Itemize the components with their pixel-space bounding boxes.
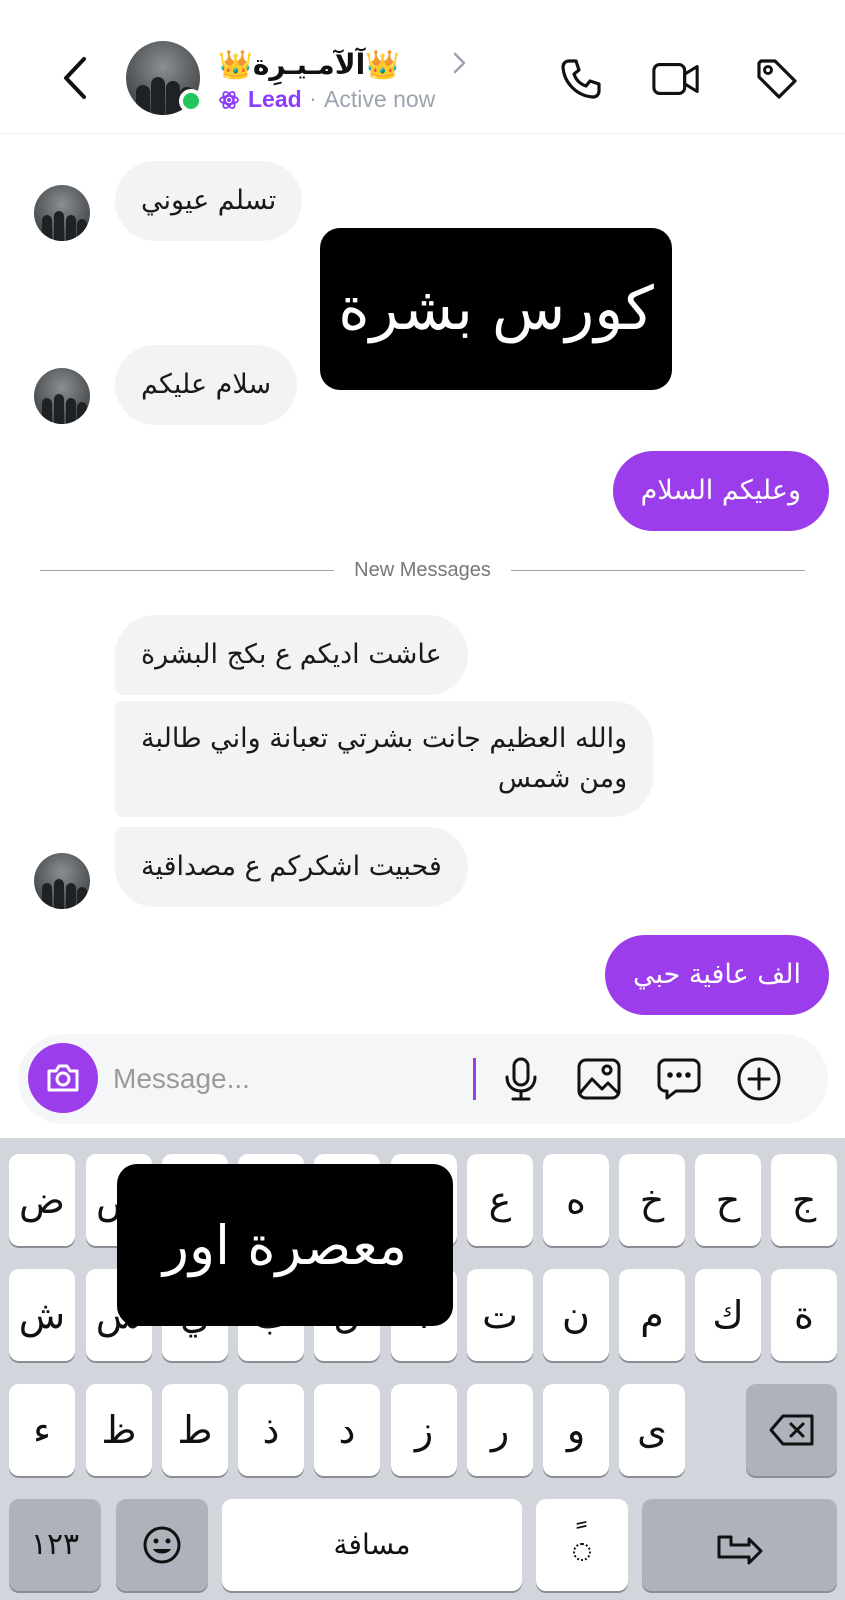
backspace-icon <box>769 1414 813 1446</box>
key[interactable]: ء <box>9 1384 75 1476</box>
chat-bubble-icon <box>657 1058 701 1100</box>
diacritic-key[interactable]: ً <box>536 1499 628 1591</box>
sender-avatar[interactable] <box>34 853 90 909</box>
emoji-icon <box>143 1526 181 1564</box>
sender-avatar[interactable] <box>34 185 90 241</box>
lead-badge: Lead <box>248 86 302 112</box>
key[interactable]: ت <box>467 1269 533 1361</box>
message-bubble-incoming[interactable]: عاشت اديكم ع بكج البشرة <box>115 615 468 695</box>
video-call-button[interactable] <box>651 54 701 104</box>
key[interactable]: ط <box>162 1384 228 1476</box>
contact-subtitle: Lead · Active now <box>218 86 435 113</box>
atom-icon <box>219 90 239 109</box>
text-overlay-sticker: كورس بشرة <box>320 228 672 390</box>
key[interactable]: خ <box>619 1154 685 1246</box>
sender-avatar[interactable] <box>34 368 90 424</box>
chevron-left-icon <box>64 57 86 99</box>
space-key[interactable]: مسافة <box>222 1499 522 1591</box>
numbers-key[interactable]: ١٢٣ <box>9 1499 101 1591</box>
message-composer <box>18 1034 828 1124</box>
more-actions-button[interactable] <box>734 1054 784 1104</box>
return-arrow-icon <box>717 1535 762 1565</box>
divider-label: New Messages <box>354 558 491 581</box>
call-button[interactable] <box>556 54 606 104</box>
key[interactable]: ة <box>771 1269 837 1361</box>
video-camera-icon <box>652 63 699 95</box>
message-bubble-incoming[interactable]: تسلم عيوني <box>115 161 303 241</box>
key[interactable]: ع <box>467 1154 533 1246</box>
online-status-dot <box>179 89 203 113</box>
message-bubble-incoming[interactable]: والله العظيم جانت بشرتي تعبانة واني طالب… <box>115 701 654 817</box>
key[interactable]: ج <box>771 1154 837 1246</box>
message-line: ومن شمس <box>497 763 628 794</box>
chevron-right-icon[interactable] <box>450 48 470 78</box>
message-bubble-outgoing[interactable]: وعليكم السلام <box>612 451 829 531</box>
contact-avatar[interactable] <box>126 41 203 115</box>
key[interactable]: ذ <box>238 1384 304 1476</box>
message-bubble-incoming[interactable]: فحبيت اشكركم ع مصداقية <box>115 827 468 907</box>
back-button[interactable] <box>55 55 95 101</box>
backspace-key[interactable] <box>746 1384 837 1476</box>
gallery-button[interactable] <box>574 1054 624 1104</box>
chat-header: 👑آلآمـيـرِة👑 Lead · Active now <box>0 0 845 134</box>
message-line: والله العظيم جانت بشرتي تعبانة واني طالب… <box>141 723 628 754</box>
tag-icon <box>757 59 797 99</box>
microphone-icon <box>505 1057 537 1101</box>
key[interactable]: ش <box>9 1269 75 1361</box>
key[interactable]: ح <box>695 1154 761 1246</box>
tag-button[interactable] <box>752 54 802 104</box>
camera-button[interactable] <box>28 1043 98 1113</box>
new-messages-divider: New Messages <box>40 555 805 585</box>
key[interactable]: و <box>543 1384 609 1476</box>
phone-icon <box>561 59 601 99</box>
key[interactable]: ر <box>467 1384 533 1476</box>
plus-circle-icon <box>737 1057 781 1101</box>
message-bubble-incoming[interactable]: سلام عليكم <box>115 345 298 425</box>
message-input[interactable] <box>113 1054 473 1104</box>
camera-icon <box>47 1064 79 1092</box>
arabic-keyboard: ض ص ث ق ف غ ع ه خ ح ج ش س ي ب ل ا ت ن م … <box>0 1138 845 1600</box>
key[interactable]: ن <box>543 1269 609 1361</box>
key[interactable]: ى <box>619 1384 685 1476</box>
key[interactable]: ك <box>695 1269 761 1361</box>
return-key[interactable] <box>642 1499 837 1591</box>
key[interactable]: د <box>314 1384 380 1476</box>
key[interactable]: م <box>619 1269 685 1361</box>
text-caret <box>473 1058 476 1100</box>
sticker-button[interactable] <box>654 1054 704 1104</box>
key[interactable]: ض <box>9 1154 75 1246</box>
image-icon <box>577 1058 621 1100</box>
message-bubble-outgoing[interactable]: الف عافية حبي <box>604 935 829 1015</box>
message-list[interactable]: تسلم عيوني كورس بشرة سلام عليكم وعليكم ا… <box>0 135 845 1035</box>
active-status: Active now <box>324 86 436 112</box>
key[interactable]: ز <box>391 1384 457 1476</box>
text-overlay-sticker: معصرة اور <box>117 1164 453 1326</box>
key[interactable]: ه <box>543 1154 609 1246</box>
separator-dot: · <box>309 87 317 112</box>
contact-name[interactable]: 👑آلآمـيـرِة👑 <box>218 48 400 81</box>
key[interactable]: ظ <box>86 1384 152 1476</box>
emoji-key[interactable] <box>116 1499 208 1591</box>
voice-message-button[interactable] <box>496 1054 546 1104</box>
